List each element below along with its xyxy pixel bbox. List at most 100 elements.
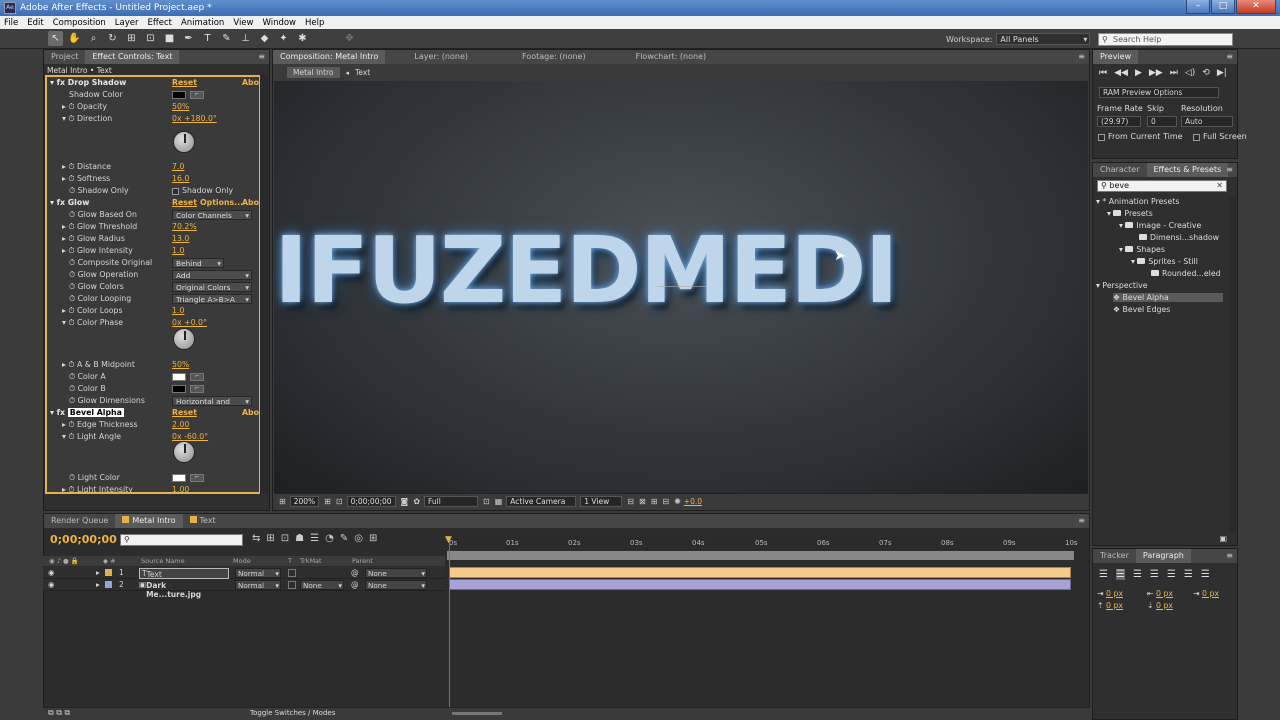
justify-right-icon[interactable]: ☰ [1184,569,1193,580]
panel-menu-icon[interactable]: ≡ [1226,551,1233,560]
align-left-icon[interactable]: ☰ [1099,569,1108,580]
glow-reset[interactable]: Reset [172,197,197,209]
mode-dropdown[interactable]: Normal [235,568,281,578]
rectangle-tool-icon[interactable]: ■ [162,31,177,46]
tree-rounded-beveled[interactable]: Rounded...eled [1151,269,1221,278]
exposure-value[interactable]: +0.0 [684,497,702,506]
timeline-footer-icons[interactable]: ⧉ ⧉ ⧉ [48,708,70,718]
snapshot-icon[interactable]: ◙ [401,497,409,506]
glow-dimensions-dropdown[interactable]: Horizontal and [172,396,252,406]
justify-all-icon[interactable]: ☰ [1201,569,1210,580]
tab-text[interactable]: Text [183,514,223,528]
glow-based-on-dropdown[interactable]: Color Channels [172,210,252,220]
menu-edit[interactable]: Edit [27,18,43,28]
graph-editor-icon[interactable]: ⊞ [369,533,377,544]
toggle-pixel-aspect-icon[interactable]: ⊟ [627,497,634,506]
new-folder-icon[interactable]: ▣ [1219,534,1227,543]
from-current-time-checkbox[interactable] [1098,134,1105,141]
effect-controls-scrollbar[interactable] [260,75,268,494]
color-loops-value[interactable]: 1.0 [172,305,184,317]
space-before-field[interactable]: ⇡ 0 px [1097,601,1123,610]
color-phase-dial[interactable] [173,328,195,350]
panel-menu-icon[interactable]: ≡ [1078,52,1085,61]
label-color-swatch[interactable] [105,569,112,576]
tree-animation-presets[interactable]: ▾ * Animation Presets [1096,197,1179,206]
time-ruler[interactable]: 0s 01s 02s 03s 04s 05s 06s 07s 08s 09s 1… [445,537,1078,551]
current-time-display[interactable]: 0;00;00;00 [346,496,396,507]
maximize-button[interactable]: □ [1211,0,1235,14]
zoom-slider[interactable] [452,712,502,715]
layer-name[interactable]: ▣ Dark Me...ture.jpg [139,580,201,599]
first-frame-icon[interactable]: ⏮ [1099,68,1107,78]
table-row[interactable]: ◉ ▸ 2 ▣ Dark Me...ture.jpg Normal None @… [43,579,445,599]
full-screen-checkbox[interactable] [1193,134,1200,141]
exposure-icon[interactable]: ✺ [674,497,681,506]
light-angle-dial[interactable] [173,441,195,463]
search-help-input[interactable]: ⚲ Search Help [1098,33,1233,46]
breadcrumb-text[interactable]: Text [355,68,370,77]
timeline-icon[interactable]: ⊞ [651,497,658,506]
glow-options[interactable]: Options... [200,197,243,209]
comp-mini-flowchart-icon[interactable]: ⇆ [252,533,260,544]
clone-stamp-tool-icon[interactable]: ⊥ [238,31,253,46]
shadow-only-checkbox[interactable] [172,188,179,195]
effects-search-input[interactable]: ⚲ beve ✕ [1097,180,1227,192]
composition-viewer[interactable]: IFUZEDMEDI ➤ [274,81,1088,493]
light-color-swatch[interactable] [172,474,186,482]
tab-effects-presets[interactable]: Effects & Presets [1146,163,1229,177]
tree-shapes[interactable]: ▾ Shapes [1119,245,1165,254]
layer-bar-text[interactable] [449,567,1071,578]
pickwhip-icon[interactable]: @ [351,568,359,577]
tab-render-queue[interactable]: Render Queue [44,514,115,528]
always-preview-icon[interactable]: ⊞ [279,497,286,506]
tab-layer[interactable]: Layer: (none) [407,50,475,64]
clear-search-icon[interactable]: ✕ [1216,181,1223,190]
tab-effect-controls[interactable]: Effect Controls: Text [85,50,180,64]
draft-3d-icon[interactable]: ⊡ [281,533,289,544]
tree-sprites-still[interactable]: ▾ Sprites - Still [1131,257,1198,266]
tree-presets[interactable]: ▾ Presets [1107,209,1153,218]
light-intensity-value[interactable]: 1.00 [172,484,189,492]
show-channel-icon[interactable]: ✿ [413,497,420,506]
composite-original-dropdown[interactable]: Behind [172,258,224,268]
menu-composition[interactable]: Composition [53,18,106,28]
eyedropper-icon[interactable]: ⌐ [190,385,204,393]
frame-rate-dropdown[interactable]: (29.97) [1097,116,1141,127]
shadow-color-swatch[interactable] [172,91,186,99]
glow-colors-dropdown[interactable]: Original Colors [172,282,252,292]
layer-name[interactable]: T Text [139,568,229,579]
live-update-icon[interactable]: ⊞ [266,533,274,544]
rotate-tool-icon[interactable]: ↻ [105,31,120,46]
ram-preview-icon[interactable]: ▶| [1217,68,1227,78]
drop-shadow-reset[interactable]: Reset [172,77,197,89]
eyedropper-icon[interactable]: ⌐ [190,474,204,482]
menu-effect[interactable]: Effect [148,18,172,28]
edge-thickness-value[interactable]: 2.00 [172,419,189,431]
table-row[interactable]: ◉ ▸ 1 T Text Normal @ None [43,567,445,579]
resolution-dropdown[interactable]: Full [424,496,479,507]
eye-icon[interactable]: ◉ [48,580,55,589]
region-of-interest-icon[interactable]: ⊡ [483,497,490,506]
align-right-icon[interactable]: ☰ [1133,569,1142,580]
zoom-dropdown[interactable]: 200% [289,496,320,507]
pen-tool-icon[interactable]: ✒ [181,31,196,46]
indent-left-field[interactable]: ⇥ 0 px [1097,589,1123,598]
tree-image-creative[interactable]: ▾ Image - Creative [1119,221,1201,230]
play-icon[interactable]: ▶ [1135,68,1142,78]
bevel-alpha-reset[interactable]: Reset [172,407,197,419]
brush-tool-icon[interactable]: ✎ [219,31,234,46]
panel-menu-icon[interactable]: ≡ [1226,165,1233,174]
color-b-swatch[interactable] [172,385,186,393]
distance-value[interactable]: 7.0 [172,161,184,173]
ab-midpoint-value[interactable]: 50% [172,359,189,371]
close-button[interactable]: ✕ [1236,0,1276,14]
transparency-grid-icon[interactable]: ▦ [495,497,503,506]
safe-zones-icon[interactable]: ⊞ [324,497,331,506]
menu-layer[interactable]: Layer [115,18,139,28]
color-looping-dropdown[interactable]: Triangle A>B>A [172,294,252,304]
menu-window[interactable]: Window [262,18,296,28]
menu-file[interactable]: File [4,18,18,28]
tab-footage[interactable]: Footage: (none) [515,50,593,64]
minimize-button[interactable]: – [1186,0,1210,14]
next-frame-icon[interactable]: ▶▶ [1149,68,1163,78]
